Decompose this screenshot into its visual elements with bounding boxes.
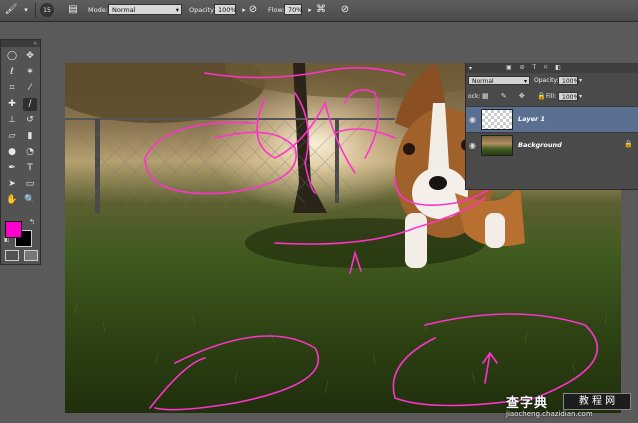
grass-texture bbox=[74, 302, 608, 394]
dropdown-arrow-icon[interactable]: ▾ bbox=[19, 3, 33, 17]
lock-icons[interactable]: ▦ ✎ ✥ 🔒 bbox=[482, 92, 551, 100]
fill-input[interactable]: 100% bbox=[558, 92, 580, 101]
layer-row-layer-1[interactable]: ◉ Layer 1 bbox=[466, 106, 638, 132]
move-tool-icon[interactable]: ✥ bbox=[23, 50, 37, 63]
watermark-main-text: 查字典 bbox=[506, 396, 549, 411]
mode-select[interactable]: Normal ▾ bbox=[108, 4, 182, 15]
watermark: 查字典 教 程 网 jiaocheng.chazidian.com bbox=[506, 392, 632, 420]
filter-kind-icon[interactable]: ▾ bbox=[469, 65, 472, 72]
crop-tool-icon[interactable]: ⌗ bbox=[5, 82, 19, 95]
layers-panel: ▾ ▣ ⊘ T ⌑ ◧ Normal ▾ Opacity: 100% ▾ ock… bbox=[465, 63, 638, 190]
mode-value: Normal bbox=[112, 6, 136, 14]
chevron-down-icon: ▾ bbox=[175, 6, 179, 14]
healing-brush-tool-icon[interactable]: ✚ bbox=[5, 98, 19, 111]
pressure-size-icon[interactable]: ⊘ bbox=[338, 3, 352, 17]
type-tool-icon[interactable]: T bbox=[23, 162, 37, 175]
watermark-url: jiaocheng.chazidian.com bbox=[506, 410, 593, 418]
toolbox-header[interactable]: « bbox=[1, 40, 40, 47]
airbrush-icon[interactable]: ⌘ bbox=[314, 3, 328, 17]
pen-tool-icon[interactable]: ✒ bbox=[5, 162, 19, 175]
toolbox: « ◯ ✥ ℓ ✶ ⌗ ⁄ ✚ / ⊥ ↺ ▱ ▮ ● ◔ ✒ T ➤ ▭ ✋ … bbox=[0, 39, 41, 265]
dodge-tool-icon[interactable]: ◔ bbox=[23, 146, 37, 159]
fence-rail bbox=[65, 118, 395, 120]
fill-arrow-icon[interactable]: ▾ bbox=[579, 93, 582, 100]
eye-icon[interactable]: ◉ bbox=[469, 141, 478, 150]
layer-name[interactable]: Background bbox=[518, 141, 562, 149]
chevron-down-icon: ▾ bbox=[523, 78, 527, 85]
layer-opacity-input[interactable]: 100% bbox=[558, 76, 580, 85]
screen-mode-icon[interactable] bbox=[24, 250, 38, 261]
layer-name[interactable]: Layer 1 bbox=[518, 115, 545, 123]
fill-value: 100% bbox=[562, 94, 580, 101]
blend-mode-value: Normal bbox=[472, 78, 494, 85]
blend-mode-select[interactable]: Normal ▾ bbox=[468, 76, 530, 85]
hand-tool-icon[interactable]: ✋ bbox=[5, 194, 19, 207]
flow-input[interactable]: 70% bbox=[284, 4, 302, 15]
magic-wand-tool-icon[interactable]: ✶ bbox=[23, 66, 37, 79]
layer-opacity-value: 100% bbox=[562, 78, 580, 85]
brush-tool-icon[interactable]: / bbox=[23, 98, 37, 111]
layer-row-background[interactable]: ◉ Background 🔒 bbox=[466, 132, 638, 158]
options-bar: 🖌 ▾ 15 ▤ Mode: Normal ▾ Opacity: 100% ▸ … bbox=[0, 0, 638, 22]
blur-tool-icon[interactable]: ● bbox=[5, 146, 19, 159]
watermark-boxed-text: 教 程 网 bbox=[563, 393, 631, 410]
path-selection-tool-icon[interactable]: ➤ bbox=[5, 178, 19, 191]
flow-value: 70% bbox=[288, 6, 303, 14]
flow-label: Flow: bbox=[268, 6, 285, 14]
brush-tool-icon[interactable]: 🖌 bbox=[4, 3, 18, 17]
fill-label: Fill: bbox=[546, 93, 557, 100]
brush-panel-toggle-icon[interactable]: ▤ bbox=[66, 3, 80, 17]
lasso-tool-icon[interactable]: ℓ bbox=[5, 66, 19, 79]
opacity-arrow-icon[interactable]: ▾ bbox=[579, 77, 582, 84]
zoom-tool-icon[interactable]: 🔍 bbox=[23, 194, 37, 207]
brush-size-value: 15 bbox=[43, 7, 51, 14]
opacity-label: Opacity: bbox=[189, 6, 216, 14]
brush-preset-picker[interactable]: 15 bbox=[40, 3, 54, 17]
quick-mask-icon[interactable] bbox=[5, 250, 19, 261]
layer-thumbnail bbox=[481, 135, 513, 156]
eraser-tool-icon[interactable]: ▱ bbox=[5, 130, 19, 143]
layers-filter-bar: ▾ ▣ ⊘ T ⌑ ◧ bbox=[466, 63, 638, 73]
clone-stamp-tool-icon[interactable]: ⊥ bbox=[5, 114, 19, 127]
layer-opacity-label: Opacity: bbox=[534, 77, 559, 84]
swap-colors-icon[interactable]: ↰ bbox=[29, 218, 35, 226]
marquee-tool-icon[interactable]: ◯ bbox=[5, 50, 19, 63]
opacity-input[interactable]: 100% bbox=[214, 4, 237, 15]
separator bbox=[35, 3, 36, 18]
mode-label: Mode: bbox=[88, 6, 108, 14]
foreground-color-swatch[interactable] bbox=[5, 221, 22, 238]
filter-icons[interactable]: ▣ ⊘ T ⌑ ◧ bbox=[506, 64, 564, 71]
eyedropper-tool-icon[interactable]: ⁄ bbox=[23, 82, 37, 95]
eye-icon[interactable]: ◉ bbox=[469, 115, 478, 124]
gradient-tool-icon[interactable]: ▮ bbox=[23, 130, 37, 143]
history-brush-tool-icon[interactable]: ↺ bbox=[23, 114, 37, 127]
shape-tool-icon[interactable]: ▭ bbox=[23, 178, 37, 191]
lock-label: ock: bbox=[468, 93, 481, 100]
layer-thumbnail bbox=[481, 109, 513, 130]
fence-mesh bbox=[65, 120, 366, 204]
lock-icon: 🔒 bbox=[624, 140, 633, 148]
opacity-value: 100% bbox=[218, 6, 237, 14]
pressure-opacity-icon[interactable]: ⊘ bbox=[246, 3, 260, 17]
collapse-icon[interactable]: « bbox=[33, 40, 37, 47]
